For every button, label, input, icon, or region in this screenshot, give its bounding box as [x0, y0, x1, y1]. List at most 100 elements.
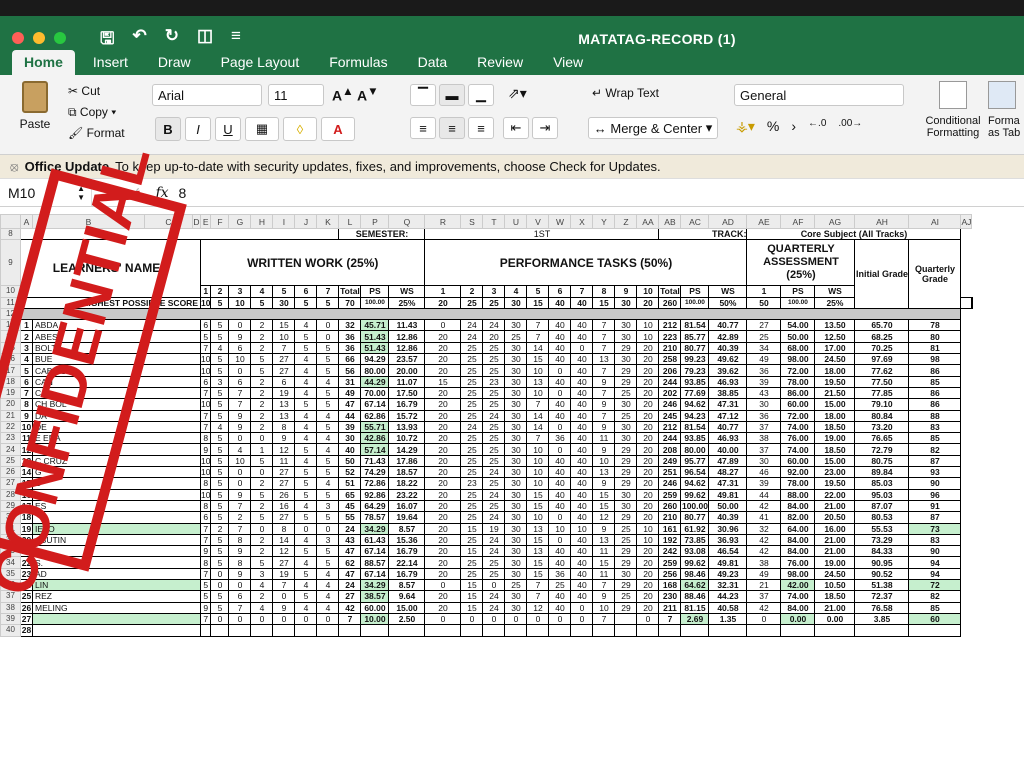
cell[interactable]: 25% — [814, 296, 856, 309]
cell[interactable]: 25 — [614, 533, 638, 547]
cell[interactable]: 20 — [636, 567, 660, 581]
cell[interactable]: 17.50 — [388, 386, 426, 400]
cell[interactable]: 0 — [316, 319, 340, 332]
formula-input[interactable]: 8 — [179, 185, 187, 201]
cell[interactable]: 24 — [460, 420, 484, 434]
cell[interactable] — [680, 624, 710, 637]
cell[interactable]: 40 — [548, 398, 572, 411]
cell[interactable]: 94.62 — [680, 398, 710, 411]
cell[interactable]: 2 — [250, 375, 274, 388]
row-header[interactable]: 9 — [0, 239, 21, 287]
cell[interactable]: 2 — [210, 285, 230, 298]
cell[interactable]: 12 — [272, 443, 296, 456]
cell[interactable]: 51.38 — [854, 579, 910, 592]
cell[interactable]: 87 — [908, 511, 962, 524]
cell[interactable]: 20 — [424, 386, 462, 400]
cell[interactable]: 81 — [908, 341, 962, 355]
cell[interactable] — [658, 624, 682, 637]
cell[interactable]: 18.00 — [814, 364, 856, 377]
cell[interactable]: 5 — [250, 511, 274, 524]
cell[interactable]: 2 — [250, 409, 274, 422]
cell[interactable]: 30 — [614, 420, 638, 434]
cell[interactable]: 0 — [746, 612, 782, 626]
cell[interactable]: 4 — [294, 432, 318, 445]
cell[interactable]: 2 — [250, 386, 274, 400]
cell[interactable]: 37 — [746, 420, 782, 434]
cell[interactable]: 14 — [526, 409, 550, 422]
cell[interactable]: 36 — [548, 432, 572, 445]
cell[interactable]: 20.50 — [814, 511, 856, 524]
cell[interactable]: 9.64 — [388, 590, 426, 603]
cell[interactable]: 5 — [294, 398, 318, 411]
cell[interactable]: 15.36 — [388, 533, 426, 547]
cell[interactable]: 30.96 — [708, 522, 748, 535]
cell[interactable]: 40 — [570, 545, 594, 558]
cell[interactable]: 36.93 — [708, 533, 748, 547]
cell[interactable]: 29 — [614, 511, 638, 524]
cell[interactable]: 5 — [210, 533, 230, 547]
cell[interactable]: 3 — [210, 375, 230, 388]
cell[interactable]: 13.50 — [814, 319, 856, 332]
cell[interactable]: 100.00 — [680, 296, 710, 309]
cell[interactable]: 13 — [272, 409, 296, 422]
cell[interactable] — [814, 624, 856, 637]
cell[interactable]: 5 — [294, 466, 318, 479]
cell[interactable]: 40 — [570, 488, 594, 501]
cell[interactable]: 84.00 — [780, 545, 816, 558]
cell[interactable]: 0 — [424, 319, 462, 332]
cell[interactable]: 47 — [338, 567, 362, 581]
cell[interactable]: 15 — [526, 353, 550, 366]
cell[interactable]: 5 — [294, 341, 318, 355]
cell[interactable]: 8 — [272, 420, 296, 434]
cell[interactable]: 7 — [228, 601, 252, 614]
cell[interactable]: 5 — [199, 579, 212, 592]
cell[interactable]: 72.86 — [360, 477, 390, 490]
cell[interactable]: 4 — [316, 601, 340, 614]
cell[interactable]: 39 — [746, 375, 782, 388]
cell[interactable]: 5 — [316, 398, 340, 411]
tab-home[interactable]: Home — [12, 50, 75, 75]
cell[interactable]: 20 — [424, 477, 462, 490]
cell[interactable]: 88.00 — [780, 488, 816, 501]
cell[interactable]: 24 — [482, 511, 506, 524]
cell[interactable]: 44.23 — [708, 590, 748, 603]
cell[interactable]: 47 — [338, 545, 362, 558]
cell[interactable]: 0 — [548, 386, 572, 400]
cell[interactable]: 24.50 — [814, 353, 856, 366]
cell[interactable]: 25 — [460, 386, 484, 400]
cell[interactable]: 21.00 — [814, 533, 856, 547]
cell[interactable]: 94.23 — [680, 409, 710, 422]
cell[interactable]: 21.00 — [814, 601, 856, 614]
cell[interactable]: 8 — [199, 556, 212, 569]
cell[interactable]: 0 — [228, 477, 252, 490]
cell[interactable]: AD — [32, 567, 201, 581]
cell[interactable]: 4 — [294, 533, 318, 547]
number-format-select[interactable]: General — [734, 84, 904, 106]
cell[interactable]: 29 — [614, 466, 638, 479]
cell[interactable]: 7 — [228, 386, 252, 400]
column-header[interactable]: G — [228, 214, 252, 229]
cell[interactable] — [316, 624, 340, 637]
cell[interactable]: 68.25 — [854, 330, 910, 343]
cell[interactable]: 40 — [548, 375, 572, 388]
cell[interactable]: 40 — [548, 499, 572, 513]
cell[interactable]: 9 — [228, 409, 252, 422]
cell[interactable]: 72.00 — [780, 409, 816, 422]
column-header[interactable]: AD — [708, 214, 748, 229]
borders-icon[interactable]: ▦ — [245, 117, 279, 141]
cell[interactable]: 8 — [199, 499, 212, 513]
cell[interactable]: 15 — [592, 488, 616, 501]
cell[interactable]: 1ST — [424, 227, 660, 241]
cell[interactable]: 4 — [316, 409, 340, 422]
cell[interactable]: 19.64 — [388, 511, 426, 524]
merge-center-button[interactable]: ↔ Merge & Center ▾ — [588, 117, 718, 139]
cell[interactable]: 55.71 — [360, 420, 390, 434]
cell[interactable]: 0 — [460, 612, 484, 626]
cell[interactable]: 12 — [272, 545, 296, 558]
cell[interactable]: 85.03 — [854, 477, 910, 490]
cell[interactable] — [854, 624, 910, 637]
cell[interactable] — [614, 612, 638, 626]
cell[interactable]: 61.92 — [680, 522, 710, 535]
cell[interactable]: 29 — [614, 601, 638, 614]
cell[interactable]: 31 — [338, 375, 362, 388]
